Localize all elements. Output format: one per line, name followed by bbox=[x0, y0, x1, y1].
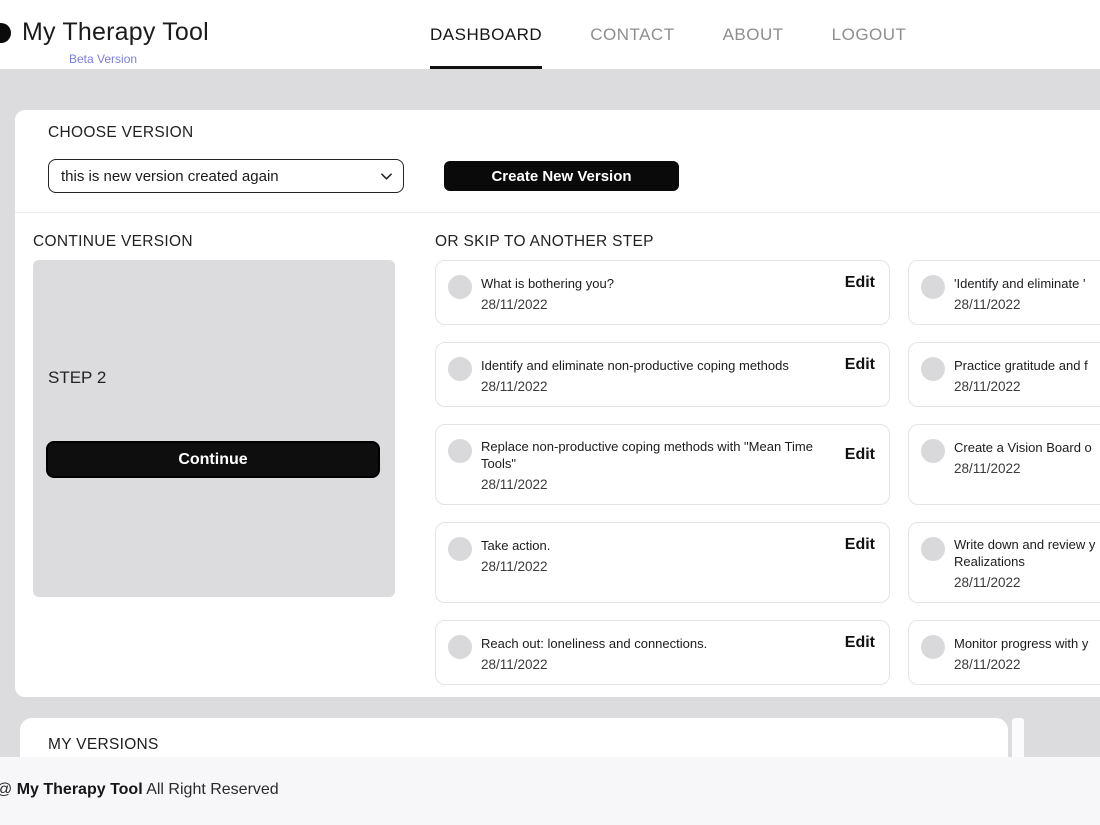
step-card[interactable]: Take action. Edit 28/11/2022 bbox=[435, 522, 890, 603]
step-date: 28/11/2022 bbox=[954, 575, 1100, 590]
skip-section-heading: OR SKIP TO ANOTHER STEP bbox=[435, 233, 1100, 251]
steps-grid: What is bothering you? Edit 28/11/2022 '… bbox=[435, 260, 1100, 685]
edit-button[interactable]: Edit bbox=[845, 536, 875, 554]
step-card-body: Identify and eliminate non-productive co… bbox=[481, 356, 875, 394]
continue-version-heading: CONTINUE VERSION bbox=[33, 233, 395, 251]
step-date: 28/11/2022 bbox=[481, 477, 875, 492]
step-card-body: What is bothering you? Edit 28/11/2022 bbox=[481, 274, 875, 312]
beta-version-label: Beta Version bbox=[69, 52, 137, 66]
step-card-body: 'Identify and eliminate ' Edit 28/11/202… bbox=[954, 274, 1100, 312]
section-divider bbox=[15, 212, 1100, 213]
footer-brand: My Therapy Tool bbox=[17, 781, 143, 798]
step-status-circle-icon bbox=[448, 439, 472, 463]
step-card-body: Take action. Edit 28/11/2022 bbox=[481, 536, 875, 590]
nav-about[interactable]: ABOUT bbox=[723, 0, 784, 69]
step-card-body: Reach out: loneliness and connections. E… bbox=[481, 634, 875, 672]
my-versions-side-panel-edge bbox=[1012, 718, 1024, 757]
step-card[interactable]: 'Identify and eliminate ' Edit 28/11/202… bbox=[908, 260, 1100, 325]
main-nav: DASHBOARD CONTACT ABOUT LOGOUT bbox=[430, 0, 906, 69]
my-versions-panel: MY VERSIONS bbox=[20, 718, 1008, 757]
nav-contact-label: CONTACT bbox=[590, 25, 674, 45]
continue-version-section: CONTINUE VERSION STEP 2 Continue bbox=[33, 233, 395, 685]
step-status-circle-icon bbox=[921, 357, 945, 381]
step-title: Create a Vision Board o bbox=[954, 439, 1100, 456]
step-card-body: Write down and review y Realizations Edi… bbox=[954, 536, 1100, 590]
step-date: 28/11/2022 bbox=[954, 461, 1100, 476]
nav-dashboard[interactable]: DASHBOARD bbox=[430, 0, 542, 69]
edit-button[interactable]: Edit bbox=[845, 446, 875, 464]
step-card-body: Create a Vision Board o Edit 28/11/2022 bbox=[954, 438, 1100, 492]
step-title: What is bothering you? bbox=[481, 275, 845, 292]
nav-logout[interactable]: LOGOUT bbox=[832, 0, 907, 69]
version-select-value: this is new version created again bbox=[61, 168, 279, 185]
step-title: 'Identify and eliminate ' bbox=[954, 275, 1100, 292]
footer: @ My Therapy Tool All Right Reserved bbox=[0, 757, 1100, 825]
edit-button[interactable]: Edit bbox=[845, 634, 875, 652]
header: My Therapy Tool Beta Version DASHBOARD C… bbox=[0, 0, 1100, 69]
step-card[interactable]: Identify and eliminate non-productive co… bbox=[435, 342, 890, 407]
step-card[interactable]: Reach out: loneliness and connections. E… bbox=[435, 620, 890, 685]
step-title: Take action. bbox=[481, 537, 845, 554]
continue-version-card: STEP 2 Continue bbox=[33, 260, 395, 597]
footer-copyright: @ My Therapy Tool All Right Reserved bbox=[0, 781, 279, 799]
current-step-label: STEP 2 bbox=[48, 368, 106, 388]
step-date: 28/11/2022 bbox=[481, 297, 875, 312]
step-date: 28/11/2022 bbox=[481, 379, 875, 394]
step-title: Practice gratitude and f bbox=[954, 357, 1100, 374]
step-card[interactable]: Replace non-productive coping methods wi… bbox=[435, 424, 890, 505]
skip-section: OR SKIP TO ANOTHER STEP What is botherin… bbox=[435, 233, 1100, 685]
step-status-circle-icon bbox=[921, 439, 945, 463]
edit-button[interactable]: Edit bbox=[845, 274, 875, 292]
step-title: Replace non-productive coping methods wi… bbox=[481, 438, 845, 472]
nav-dashboard-label: DASHBOARD bbox=[430, 25, 542, 45]
step-title: Write down and review y Realizations bbox=[954, 536, 1100, 570]
edit-button[interactable]: Edit bbox=[845, 356, 875, 374]
step-title: Identify and eliminate non-productive co… bbox=[481, 357, 845, 374]
choose-version-heading: CHOOSE VERSION bbox=[48, 124, 1100, 142]
step-card[interactable]: What is bothering you? Edit 28/11/2022 bbox=[435, 260, 890, 325]
step-title: Reach out: loneliness and connections. bbox=[481, 635, 845, 652]
footer-at: @ bbox=[0, 781, 12, 798]
footer-rights: All Right Reserved bbox=[146, 781, 279, 798]
step-status-circle-icon bbox=[448, 357, 472, 381]
content-area: CHOOSE VERSION this is new version creat… bbox=[0, 69, 1100, 757]
step-date: 28/11/2022 bbox=[481, 657, 875, 672]
step-date: 28/11/2022 bbox=[954, 657, 1100, 672]
step-card[interactable]: Monitor progress with y Edit 28/11/2022 bbox=[908, 620, 1100, 685]
dashboard-panel: CHOOSE VERSION this is new version creat… bbox=[15, 110, 1100, 697]
step-status-circle-icon bbox=[921, 275, 945, 299]
chevron-down-icon bbox=[380, 170, 393, 183]
step-card-body: Monitor progress with y Edit 28/11/2022 bbox=[954, 634, 1100, 672]
step-status-circle-icon bbox=[448, 537, 472, 561]
create-new-version-button[interactable]: Create New Version bbox=[444, 161, 679, 191]
nav-about-label: ABOUT bbox=[723, 25, 784, 45]
step-status-circle-icon bbox=[921, 537, 945, 561]
app-title: My Therapy Tool bbox=[22, 18, 209, 47]
step-card-body: Replace non-productive coping methods wi… bbox=[481, 438, 875, 492]
page: My Therapy Tool Beta Version DASHBOARD C… bbox=[0, 0, 1100, 825]
nav-logout-label: LOGOUT bbox=[832, 25, 907, 45]
step-card[interactable]: Create a Vision Board o Edit 28/11/2022 bbox=[908, 424, 1100, 505]
nav-contact[interactable]: CONTACT bbox=[590, 0, 674, 69]
step-title: Monitor progress with y bbox=[954, 635, 1100, 652]
logo-icon bbox=[0, 23, 11, 43]
continue-button[interactable]: Continue bbox=[46, 441, 380, 478]
step-card[interactable]: Practice gratitude and f Edit 28/11/2022 bbox=[908, 342, 1100, 407]
step-status-circle-icon bbox=[448, 635, 472, 659]
step-date: 28/11/2022 bbox=[481, 559, 875, 574]
step-status-circle-icon bbox=[921, 635, 945, 659]
version-select[interactable]: this is new version created again bbox=[48, 159, 404, 193]
my-versions-heading: MY VERSIONS bbox=[20, 718, 1008, 754]
choose-version-controls: this is new version created again Create… bbox=[48, 159, 1100, 193]
step-card[interactable]: Write down and review y Realizations Edi… bbox=[908, 522, 1100, 603]
step-card-body: Practice gratitude and f Edit 28/11/2022 bbox=[954, 356, 1100, 394]
step-date: 28/11/2022 bbox=[954, 379, 1100, 394]
step-date: 28/11/2022 bbox=[954, 297, 1100, 312]
step-status-circle-icon bbox=[448, 275, 472, 299]
panel-columns: CONTINUE VERSION STEP 2 Continue OR SKIP… bbox=[33, 233, 1100, 685]
